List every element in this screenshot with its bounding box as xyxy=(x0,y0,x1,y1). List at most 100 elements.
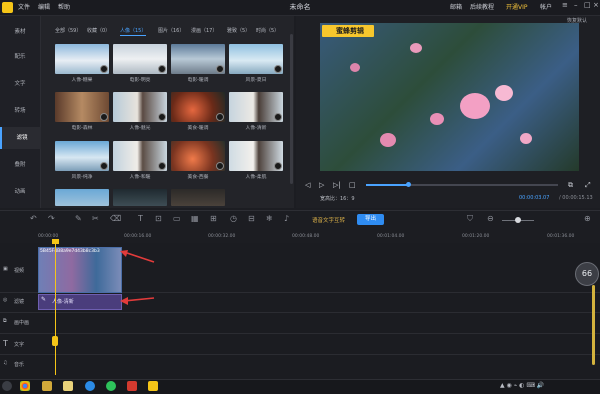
download-icon[interactable] xyxy=(158,113,166,121)
track-label-filter: 滤镜 xyxy=(14,299,25,305)
nav-item-text[interactable]: 文字 xyxy=(0,73,40,95)
ruler-tick: 00:01:36.00 xyxy=(547,234,575,239)
tab-portrait[interactable]: 人像（15） xyxy=(120,27,147,36)
nav-item-filter[interactable]: 滤镜 xyxy=(0,127,42,149)
aspect-ratio-select[interactable]: 宽高比：16：9 xyxy=(320,195,355,202)
filter-thumb[interactable] xyxy=(113,189,167,206)
chrome-icon[interactable] xyxy=(20,381,30,391)
fullscreen-icon[interactable]: ⤢ xyxy=(585,181,591,190)
download-icon[interactable] xyxy=(100,65,108,73)
zoom-in-icon[interactable]: ⊕ xyxy=(584,214,591,223)
annotation-arrows xyxy=(120,250,155,305)
download-icon[interactable] xyxy=(158,162,166,170)
tab-favorites[interactable]: 收藏（0） xyxy=(87,27,110,34)
download-icon[interactable] xyxy=(158,65,166,73)
zoom-out-icon[interactable]: ⊖ xyxy=(487,214,494,223)
tab-fashion[interactable]: 时尚（5） xyxy=(256,27,279,34)
playhead[interactable] xyxy=(55,240,56,375)
maximize-icon[interactable]: □ xyxy=(584,1,591,9)
filter-thumb[interactable] xyxy=(113,44,167,74)
filter-scrollbar[interactable] xyxy=(290,34,293,184)
nav-item-music[interactable]: 配乐 xyxy=(0,46,40,68)
filter-thumb[interactable] xyxy=(55,92,109,122)
shield-icon[interactable]: ⛉ xyxy=(467,214,473,224)
system-tray[interactable]: ▲ ◉ ⌁ ◐ ⌨ 🔊 xyxy=(500,382,544,389)
export-button[interactable]: 导出 xyxy=(357,214,384,225)
pen-icon[interactable]: ✎ xyxy=(75,214,82,223)
tab-image[interactable]: 图片（16） xyxy=(158,27,184,34)
play-icon[interactable]: ▷ xyxy=(319,181,324,189)
text-icon[interactable]: T xyxy=(138,214,143,223)
menu-icon[interactable]: ≡ xyxy=(562,1,568,9)
delete-icon[interactable]: ⌫ xyxy=(110,214,121,223)
crop-icon[interactable]: ⊡ xyxy=(155,214,162,223)
split-icon[interactable]: ⊟ xyxy=(248,214,255,223)
frame-icon[interactable]: ▭ xyxy=(173,214,181,223)
file-manager-icon[interactable] xyxy=(63,381,73,391)
ruler-tick: 00:01:04.00 xyxy=(377,234,405,239)
filter-thumb[interactable] xyxy=(55,189,109,206)
filter-thumb[interactable] xyxy=(171,141,225,171)
filter-thumb-label: 电影-暖调 xyxy=(187,78,209,83)
filter-thumb[interactable] xyxy=(229,141,283,171)
close-icon[interactable]: × xyxy=(593,1,599,9)
filter-thumb[interactable] xyxy=(171,189,225,206)
folder-icon[interactable] xyxy=(42,381,52,391)
download-icon[interactable] xyxy=(216,113,224,121)
stop-icon[interactable]: □ xyxy=(349,181,356,189)
filter-thumb[interactable] xyxy=(229,92,283,122)
zoom-slider-handle[interactable] xyxy=(515,217,521,223)
nav-item-transition[interactable]: 转场 xyxy=(0,100,40,122)
tab-all[interactable]: 全部（59） xyxy=(55,27,81,34)
browser-icon[interactable] xyxy=(85,381,95,391)
playhead-marker[interactable] xyxy=(52,336,58,346)
filter-thumb[interactable] xyxy=(171,92,225,122)
wps-icon[interactable] xyxy=(127,381,137,391)
minimize-icon[interactable]: – xyxy=(574,1,578,9)
nav-item-animation[interactable]: 动画 xyxy=(0,181,40,203)
clock-icon[interactable]: ◷ xyxy=(230,214,237,223)
tab-elegant[interactable]: 雅致（5） xyxy=(227,27,250,34)
redo-icon[interactable]: ↷ xyxy=(48,214,55,223)
nav-item-overlay[interactable]: 叠附 xyxy=(0,154,40,176)
mosaic-icon[interactable]: ▦ xyxy=(191,214,199,223)
filter-thumb[interactable] xyxy=(55,141,109,171)
wechat-icon[interactable] xyxy=(106,381,116,391)
bee-editor-icon[interactable] xyxy=(148,381,158,391)
download-icon[interactable] xyxy=(216,162,224,170)
music-track-icon: ♫ xyxy=(3,360,8,366)
download-icon[interactable] xyxy=(216,65,224,73)
download-icon[interactable] xyxy=(100,113,108,121)
snapshot-icon[interactable]: ⧉ xyxy=(568,181,573,190)
filter-thumb-label: 美食-暖调 xyxy=(187,126,209,131)
voice-text-convert-button[interactable]: 语音文字互转 xyxy=(312,216,345,224)
filter-thumb[interactable] xyxy=(113,141,167,171)
grid-icon[interactable]: ⊞ xyxy=(210,214,217,223)
playhead-handle[interactable] xyxy=(52,239,59,244)
left-nav: 素材 配乐 文字 转场 滤镜 叠附 动画 xyxy=(0,16,42,208)
mic-icon[interactable]: ♪ xyxy=(284,214,289,223)
next-frame-icon[interactable]: ▷| xyxy=(333,181,341,189)
mailbox-button[interactable]: 邮箱 xyxy=(450,2,462,11)
undo-icon[interactable]: ↶ xyxy=(30,214,37,223)
timeline-scrollbar[interactable] xyxy=(592,285,595,365)
prev-frame-icon[interactable]: ◁ xyxy=(305,181,310,189)
scissors-icon[interactable]: ✂ xyxy=(92,214,99,223)
filter-thumb[interactable] xyxy=(55,44,109,74)
download-icon[interactable] xyxy=(274,113,282,121)
filter-thumb[interactable] xyxy=(229,44,283,74)
download-icon[interactable] xyxy=(274,65,282,73)
tab-comic[interactable]: 漫画（17） xyxy=(191,27,217,34)
tutorial-button[interactable]: 后续教程 xyxy=(470,2,494,11)
download-icon[interactable] xyxy=(100,162,108,170)
vip-button[interactable]: 开通VIP xyxy=(506,2,528,11)
filter-thumb[interactable] xyxy=(171,44,225,74)
download-icon[interactable] xyxy=(274,162,282,170)
filter-thumb[interactable] xyxy=(113,92,167,122)
watermark-text: 蜜蜂剪辑 xyxy=(336,27,364,35)
start-icon[interactable] xyxy=(2,381,12,391)
filter-clip[interactable] xyxy=(38,294,122,310)
account-button[interactable]: 帐户 xyxy=(540,2,552,11)
freeze-icon[interactable]: ❄ xyxy=(266,214,273,223)
nav-item-material[interactable]: 素材 xyxy=(0,21,40,43)
